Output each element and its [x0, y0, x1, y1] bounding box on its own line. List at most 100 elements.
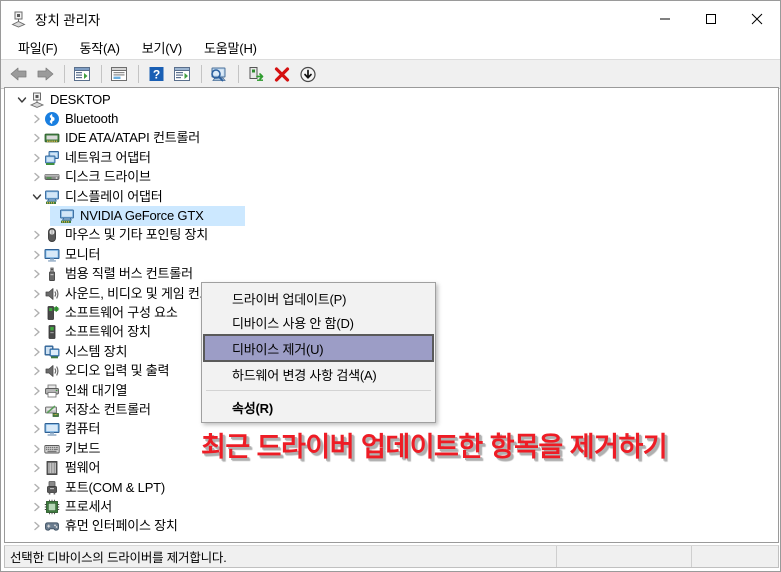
- tree-expander-collapsed[interactable]: [29, 148, 44, 167]
- tree-expander-collapsed[interactable]: [29, 168, 44, 187]
- tree-expander-collapsed[interactable]: [29, 400, 44, 419]
- context-menu-separator: [206, 390, 431, 391]
- device-tree-panel[interactable]: DESKTOP Bluetooth IDE ATA/ATAPI 컨트롤러네트워크 어…: [4, 87, 779, 543]
- toolbar-separator: [201, 65, 202, 83]
- properties-icon[interactable]: [70, 62, 94, 86]
- tree-item-label: DESKTOP: [50, 91, 111, 107]
- tree-item-7[interactable]: 모니터: [5, 245, 778, 264]
- update-driver-icon[interactable]: [170, 62, 194, 86]
- tree-item-8[interactable]: 범용 직렬 버스 컨트롤러: [5, 265, 778, 284]
- tree-item-label: 디스크 드라이브: [65, 169, 151, 185]
- tree-item-21[interactable]: 휴먼 인터페이스 장치: [5, 517, 778, 536]
- device-manager-window: 장치 관리자 파일(F) 동작(A) 보기(V) 도움말(H) ? DESKTO…: [0, 0, 781, 572]
- tree-item-3[interactable]: 디스크 드라이브: [5, 168, 778, 187]
- tree-item-label: IDE ATA/ATAPI 컨트롤러: [65, 130, 201, 146]
- toolbar-separator: [238, 65, 239, 83]
- enable-device-icon[interactable]: [244, 62, 268, 86]
- tree-item-4[interactable]: 디스플레이 어댑터: [5, 187, 778, 206]
- tree-item-label: 범용 직렬 버스 컨트롤러: [65, 266, 193, 282]
- menu-help[interactable]: 도움말(H): [195, 36, 266, 60]
- ide-controller-icon: [44, 130, 60, 146]
- tree-item-2[interactable]: 네트워크 어댑터: [5, 148, 778, 167]
- tree-item-label: 소프트웨어 장치: [65, 324, 151, 340]
- system-device-icon: [44, 344, 60, 360]
- tree-expander-expanded[interactable]: [14, 90, 29, 109]
- status-pane-tertiary: [692, 546, 778, 567]
- tree-expander-collapsed[interactable]: [29, 420, 44, 439]
- display-adapter-icon: [59, 208, 75, 224]
- tree-item-root[interactable]: DESKTOP: [5, 90, 778, 109]
- audio-io-icon: [44, 363, 60, 379]
- uninstall-device-icon[interactable]: [270, 62, 294, 86]
- forward-arrow-icon[interactable]: [33, 62, 57, 86]
- scan-hardware-icon[interactable]: [207, 62, 231, 86]
- status-text: 선택한 디바이스의 드라이버를 제거합니다.: [5, 546, 557, 567]
- status-bar: 선택한 디바이스의 드라이버를 제거합니다.: [4, 545, 779, 568]
- tree-item-label: 키보드: [65, 440, 101, 456]
- window-title: 장치 관리자: [35, 12, 101, 28]
- device-manager-icon: [10, 11, 27, 28]
- tree-item-label: Bluetooth: [65, 111, 119, 127]
- svg-text:?: ?: [152, 68, 159, 82]
- tree-expander-collapsed[interactable]: [29, 110, 44, 129]
- tree-expander-collapsed[interactable]: [29, 245, 44, 264]
- tree-item-5[interactable]: NVIDIA GeForce GTX: [5, 206, 778, 226]
- close-button[interactable]: [734, 1, 780, 36]
- menu-view[interactable]: 보기(V): [133, 36, 191, 60]
- monitor-icon: [44, 247, 60, 263]
- maximize-button[interactable]: [688, 1, 734, 36]
- tree-item-label: 펌웨어: [65, 460, 101, 476]
- context-menu[interactable]: 드라이버 업데이트(P) 디바이스 사용 안 함(D) 디바이스 제거(U) 하…: [201, 282, 436, 423]
- help-question-icon[interactable]: ?: [144, 62, 168, 86]
- tree-expander-collapsed[interactable]: [29, 362, 44, 381]
- minimize-button[interactable]: [642, 1, 688, 36]
- ctx-scan-hardware[interactable]: 하드웨어 변경 사항 검색(A): [202, 362, 435, 386]
- tree-item-label: 소프트웨어 구성 요소: [65, 304, 178, 320]
- tree-expander-collapsed[interactable]: [29, 497, 44, 516]
- display-adapter-icon: [44, 189, 60, 205]
- tree-expander-collapsed[interactable]: [29, 323, 44, 342]
- tree-expander-collapsed[interactable]: [29, 129, 44, 148]
- tree-item-label: 모니터: [65, 246, 101, 262]
- back-arrow-icon[interactable]: [7, 62, 31, 86]
- tree-expander-collapsed[interactable]: [29, 284, 44, 303]
- menu-action[interactable]: 동작(A): [71, 36, 129, 60]
- tree-expander-collapsed[interactable]: [29, 303, 44, 322]
- tree-item-19[interactable]: 포트(COM & LPT): [5, 478, 778, 497]
- software-component-icon: [44, 305, 60, 321]
- tree-expander-collapsed[interactable]: [29, 478, 44, 497]
- tree-item-label: 시스템 장치: [65, 343, 128, 359]
- keyboard-icon: [44, 441, 60, 457]
- tree-expander-collapsed[interactable]: [29, 342, 44, 361]
- tree-item-20[interactable]: 프로세서: [5, 497, 778, 516]
- ctx-update-driver[interactable]: 드라이버 업데이트(P): [202, 286, 435, 310]
- window-controls: [642, 1, 780, 36]
- tree-expander-collapsed[interactable]: [29, 381, 44, 400]
- tree-item-label: 프로세서: [65, 498, 113, 514]
- firmware-icon: [44, 460, 60, 476]
- tree-item-label: 오디오 입력 및 출력: [65, 363, 170, 379]
- tree-item-label: 네트워크 어댑터: [65, 149, 151, 165]
- tree-item-6[interactable]: 마우스 및 기타 포인팅 장치: [5, 226, 778, 245]
- tree-expander-collapsed[interactable]: [29, 517, 44, 536]
- port-icon: [44, 480, 60, 496]
- tree-item-label: NVIDIA GeForce GTX: [80, 208, 204, 224]
- tree-expander-collapsed[interactable]: [29, 265, 44, 284]
- tree-expander-collapsed[interactable]: [29, 439, 44, 458]
- ctx-properties[interactable]: 속성(R): [202, 395, 435, 419]
- tree-item-label: 마우스 및 기타 포인팅 장치: [65, 227, 209, 243]
- ctx-disable-device[interactable]: 디바이스 사용 안 함(D): [202, 310, 435, 334]
- tree-expander-collapsed[interactable]: [29, 459, 44, 478]
- help-window-icon[interactable]: [107, 62, 131, 86]
- tree-expander-expanded[interactable]: [29, 187, 44, 206]
- tree-expander-collapsed[interactable]: [29, 226, 44, 245]
- tree-item-1[interactable]: IDE ATA/ATAPI 컨트롤러: [5, 129, 778, 148]
- ctx-uninstall-device[interactable]: 디바이스 제거(U): [203, 334, 434, 362]
- tree-item-label: 인쇄 대기열: [65, 382, 128, 398]
- usb-controller-icon: [44, 266, 60, 282]
- menu-file[interactable]: 파일(F): [9, 36, 67, 60]
- tree-item-0[interactable]: Bluetooth: [5, 109, 778, 128]
- tree-item-label: 디스플레이 어댑터: [65, 188, 163, 204]
- mouse-icon: [44, 227, 60, 243]
- disable-device-icon[interactable]: [296, 62, 320, 86]
